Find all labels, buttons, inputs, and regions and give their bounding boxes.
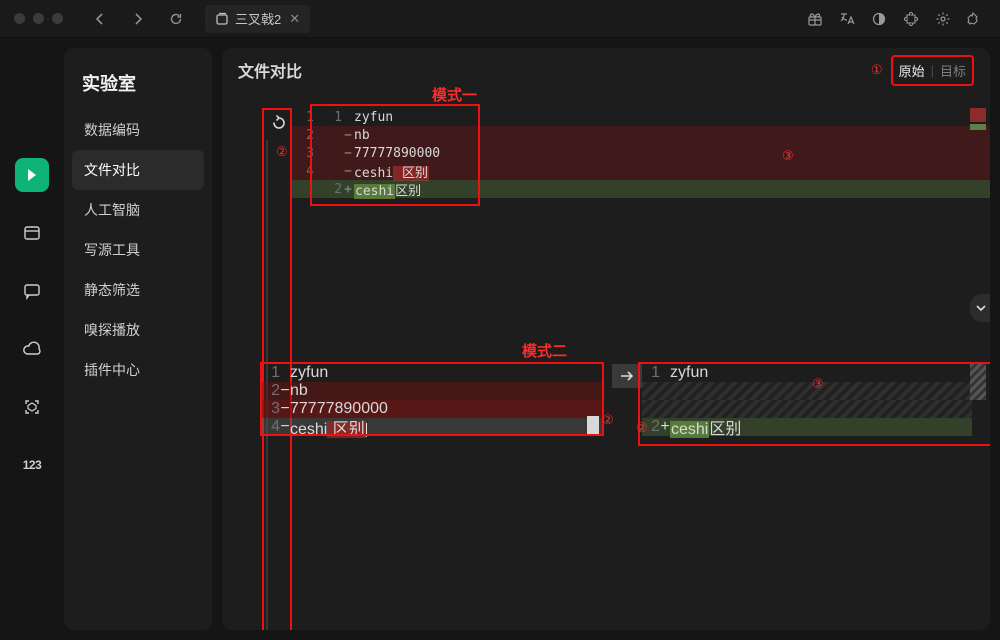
reload-button[interactable] xyxy=(161,6,191,32)
sidebar-item-sniff[interactable]: 嗅探播放 xyxy=(72,310,204,350)
sidebar-item-plugins[interactable]: 插件中心 xyxy=(72,350,204,390)
view-target[interactable]: 目标 xyxy=(940,61,966,80)
view-sep: | xyxy=(931,63,934,78)
titlebar: 三叉戟2 ✕ xyxy=(0,0,1000,38)
traffic-close[interactable] xyxy=(14,13,25,24)
translate-icon[interactable] xyxy=(832,5,862,33)
annotation-marker-3b: ③ xyxy=(812,376,824,392)
sidebar-item-aibrain[interactable]: 人工智脑 xyxy=(72,190,204,230)
tab-current[interactable]: 三叉戟2 ✕ xyxy=(205,5,310,33)
sidebar-item-filediff[interactable]: 文件对比 xyxy=(72,150,204,190)
gear-icon[interactable] xyxy=(928,5,958,33)
annotation-box-split-right xyxy=(638,362,990,446)
sidebar-item-source[interactable]: 写源工具 xyxy=(72,230,204,270)
nav-forward-button[interactable] xyxy=(123,6,153,32)
tab-box-icon xyxy=(215,12,229,26)
view-original[interactable]: 原始 xyxy=(899,61,925,80)
traffic-min[interactable] xyxy=(33,13,44,24)
annotation-mode2: 模式二 xyxy=(522,340,567,361)
main-title: 文件对比 xyxy=(238,58,302,82)
rail-lab-icon[interactable] xyxy=(15,158,49,192)
annotation-mode1: 模式一 xyxy=(432,84,477,105)
sidebar-item-filter[interactable]: 静态筛选 xyxy=(72,270,204,310)
view-toggle[interactable]: 原始 | 目标 xyxy=(891,55,974,86)
annotation-marker-1-head: ① xyxy=(871,62,883,78)
contrast-icon[interactable] xyxy=(864,5,894,33)
rail-cloud-icon[interactable] xyxy=(15,332,49,366)
nav-back-button[interactable] xyxy=(85,6,115,32)
traffic-max[interactable] xyxy=(52,13,63,24)
sidebar-title: 实验室 xyxy=(72,66,204,110)
activity-rail: 123 xyxy=(0,38,64,640)
main-panel: 文件对比 ① 原始 | 目标 模式一 ② 11 zyfun 2−nb 3−777… xyxy=(222,48,990,630)
sidebar: 实验室 数据编码 文件对比 人工智脑 写源工具 静态筛选 嗅探播放 插件中心 xyxy=(64,48,212,630)
minimap-pane2[interactable] xyxy=(970,364,986,400)
pin-icon[interactable] xyxy=(960,5,990,33)
annotation-marker-2b: ② xyxy=(602,412,614,428)
annotation-marker-2a: ② xyxy=(276,144,288,160)
annotation-box-unified xyxy=(310,104,480,206)
minimap-pane1[interactable] xyxy=(970,108,986,130)
puzzle-icon[interactable] xyxy=(896,5,926,33)
rail-123-icon[interactable]: 123 xyxy=(15,448,49,482)
sidebar-item-encoding[interactable]: 数据编码 xyxy=(72,110,204,150)
main-header: 文件对比 ① 原始 | 目标 xyxy=(222,48,990,92)
undo-button[interactable] xyxy=(263,109,291,137)
annotation-marker-3a: ③ xyxy=(782,148,794,164)
titlebar-actions xyxy=(800,5,990,33)
tab-label: 三叉戟2 xyxy=(235,9,281,28)
side-expand-handle[interactable] xyxy=(970,294,990,322)
annotation-box-split-left xyxy=(260,362,604,436)
gift-icon[interactable] xyxy=(800,5,830,33)
annotation-marker-2c: ② xyxy=(636,420,648,436)
rail-panel-icon[interactable] xyxy=(15,216,49,250)
window-traffic-lights xyxy=(14,13,63,24)
rail-chat-icon[interactable] xyxy=(15,274,49,308)
rail-scan-icon[interactable] xyxy=(15,390,49,424)
tab-close-button[interactable]: ✕ xyxy=(287,11,302,27)
